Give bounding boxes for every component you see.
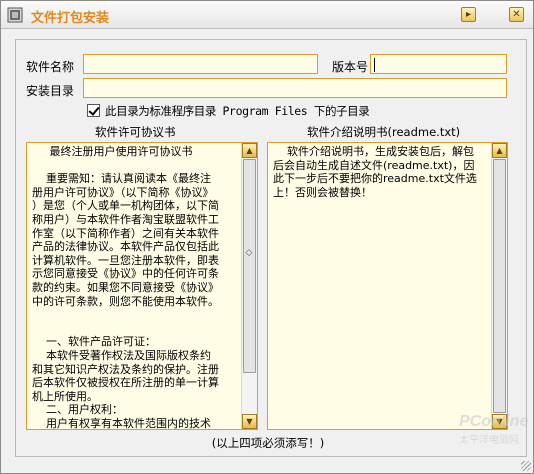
license-scroll-thumb[interactable]: [243, 159, 256, 373]
readme-scrollbar[interactable]: ▲ ▼: [491, 143, 507, 429]
license-line: 机上所使用。: [32, 389, 98, 403]
software-name-label: 软件名称: [26, 60, 75, 74]
title-bar[interactable]: 文件打包安装 ▸ ✕: [1, 1, 533, 29]
readme-line: 后会自动生成自述文件(readme.txt)，因: [273, 158, 475, 172]
license-line: 示您同意接受《协议》中的任何许可条: [32, 267, 219, 281]
standard-dir-checkbox[interactable]: [87, 104, 100, 117]
license-line: [32, 308, 219, 322]
license-textarea[interactable]: 最终注册用户使用许可协议书 重要需知：请认真阅读本《最终注 册用户许可协议》（以下…: [26, 142, 258, 430]
chevron-up-icon: ▲: [496, 146, 503, 155]
splitter-grip-icon: ◇: [245, 248, 253, 258]
readme-scroll-thumb[interactable]: [493, 159, 506, 413]
license-line: 和其它知识产权法及条约的保护。注册: [32, 362, 219, 376]
pane-splitter[interactable]: ◇: [245, 247, 253, 259]
software-name-input[interactable]: [83, 54, 318, 74]
required-fields-note: (以上四项必须添写！): [211, 436, 325, 450]
license-line: 作室（以下简称作者）之间有关本软件: [32, 226, 219, 240]
license-line: 册用户许可协议》（以下简称《协议》: [32, 185, 214, 199]
license-line: [32, 322, 219, 336]
readme-text: 软件介绍说明书，生成安装包后，解包 后会自动生成自述文件(readme.txt)，…: [273, 145, 477, 199]
readme-heading: 软件介绍说明书(readme.txt): [307, 125, 461, 139]
close-button[interactable]: ✕: [509, 7, 524, 22]
install-dir-label: 安装目录: [26, 84, 75, 98]
window-title: 文件打包安装: [31, 11, 110, 26]
license-line: 产品的法律协议。本软件产品仅包括此: [32, 240, 219, 254]
license-line: 后本软件仅被授权在所注册的单一计算: [32, 376, 219, 390]
minimize-button[interactable]: ▸: [461, 7, 476, 22]
resize-grip-icon[interactable]: [521, 461, 531, 471]
license-line: 称用户）与本软件作者淘宝联盟软件工: [32, 212, 219, 226]
close-icon: ✕: [512, 9, 521, 20]
license-line: 款的约束。如果您不同意接受《协议》: [32, 280, 219, 294]
minimize-icon: ▸: [465, 9, 472, 20]
version-label: 版本号: [332, 60, 369, 74]
license-line: [32, 159, 219, 173]
license-text: 最终注册用户使用许可协议书 重要需知：请认真阅读本《最终注 册用户许可协议》（以下…: [32, 145, 219, 430]
license-line: 一、软件产品许可证：: [32, 335, 156, 349]
license-line: 计算机软件。一旦您注册本软件，即表: [32, 253, 219, 267]
standard-dir-label[interactable]: 此目录为标准程序目录 Program Files 下的子目录: [105, 103, 370, 119]
readme-textarea[interactable]: 软件介绍说明书，生成安装包后，解包 后会自动生成自述文件(readme.txt)，…: [267, 142, 508, 430]
readme-line: 上！否则会被替换！: [273, 185, 372, 199]
license-scrollbar[interactable]: ▲ ▼: [241, 143, 257, 429]
license-line: 重要需知：请认真阅读本《最终注: [32, 172, 211, 186]
readme-scroll-up-button[interactable]: ▲: [492, 143, 507, 158]
license-line: 用户有权享有本软件范围内的技术: [32, 416, 211, 430]
readme-line: 软件介绍说明书，生成安装包后，解包: [273, 145, 474, 158]
app-icon: [7, 7, 23, 23]
license-scroll-down-button[interactable]: ▼: [242, 414, 257, 429]
text-caret: [374, 57, 375, 72]
license-line: 本软件受著作权法及国际版权条约: [32, 348, 211, 362]
license-scroll-up-button[interactable]: ▲: [242, 143, 257, 158]
license-line: 中的许可条款，则您不能使用本软件。: [32, 294, 219, 308]
license-line: 二、用户权利：: [32, 403, 123, 417]
chevron-up-icon: ▲: [246, 146, 253, 155]
chevron-down-icon: ▼: [246, 417, 253, 426]
installer-window: 文件打包安装 ▸ ✕ 软件名称 版本号 安装目录 此目录为标准程序目录 Prog…: [0, 0, 534, 474]
license-heading: 软件许可协议书: [95, 125, 176, 139]
license-line: ）是您（个人或单一机构团体，以下简: [32, 199, 219, 213]
license-line: 最终注册用户使用许可协议书: [32, 145, 193, 158]
watermark-brand: PConline: [459, 413, 529, 430]
readme-line: 此下一步后不要把你的readme.txt文件选: [273, 172, 477, 186]
version-input[interactable]: [370, 54, 507, 74]
install-dir-input[interactable]: [83, 78, 507, 98]
